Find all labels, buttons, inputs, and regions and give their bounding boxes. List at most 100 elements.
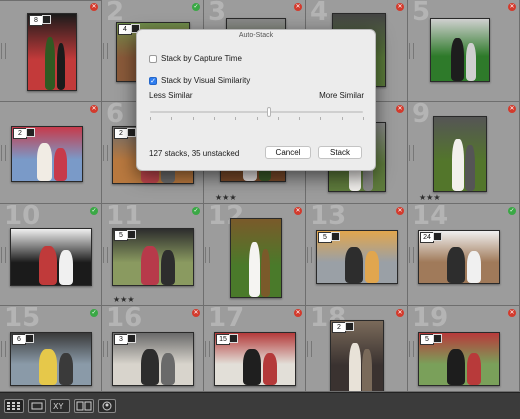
cell-index-number: 4 [310,0,329,27]
survey-view-icon[interactable] [74,399,94,413]
accepted-flag-icon[interactable]: ✓ [192,207,200,215]
rejected-flag-icon[interactable]: ✕ [294,309,302,317]
rejected-flag-icon[interactable]: ✕ [396,3,404,11]
stack-bracket-icon [1,145,6,161]
grid-cell[interactable]: 17 15 ✕ [204,306,306,392]
stack-count-badge[interactable]: 6 [12,334,26,345]
accepted-flag-icon[interactable]: ✓ [508,207,516,215]
photo-thumbnail[interactable]: 6 [10,332,92,386]
grid-cell[interactable]: 18 2 ✕ [306,306,408,392]
rejected-flag-icon[interactable]: ✕ [508,105,516,113]
photo-thumbnail[interactable]: 5 [418,332,500,386]
star-rating[interactable]: ★★★ [113,295,135,304]
photo-thumbnail[interactable] [430,18,490,82]
grid-cell[interactable]: 20✕ [0,0,102,1]
stack-bracket-icon [307,247,312,263]
rejected-flag-icon[interactable]: ✕ [294,3,302,11]
photo-thumbnail[interactable]: 8 [27,13,77,91]
stack-count-badge[interactable]: 5 [114,230,128,241]
stack-count-badge[interactable]: 5 [420,334,434,345]
capture-time-checkbox[interactable] [149,55,157,63]
photo-thumbnail[interactable] [433,116,487,192]
rejected-flag-icon[interactable]: ✕ [192,309,200,317]
photo-thumbnail[interactable]: 5 [112,228,194,286]
stack-bracket-icon [103,145,108,161]
stack-bracket-icon [103,247,108,263]
visual-similarity-label[interactable]: Stack by Visual Similarity [161,76,250,85]
stack-count-badge[interactable]: 15 [216,334,230,345]
stack-count-badge[interactable]: 3 [114,334,128,345]
stack-icon [26,128,35,137]
grid-cell[interactable]: 2 ✕ [0,102,102,204]
stack-bracket-icon [1,0,6,1]
photo-thumbnail[interactable]: 15 [214,332,296,386]
stack-icon [433,232,442,241]
people-view-icon[interactable] [98,399,116,413]
stack-button[interactable]: Stack [318,146,362,159]
photo-thumbnail[interactable]: 5 [316,230,398,284]
similarity-slider-knob[interactable] [267,107,272,117]
cancel-button[interactable]: Cancel [265,146,311,159]
slider-tick [256,117,258,120]
grid-cell[interactable]: 13 5 ✕ [306,204,408,306]
photo-thumbnail[interactable] [10,228,92,286]
rejected-flag-icon[interactable]: ✕ [294,207,302,215]
star-rating[interactable]: ★★★ [419,193,441,202]
stack-count-badge[interactable]: 8 [29,15,43,26]
grid-cell[interactable]: 16 3 ✕ [102,306,204,392]
rejected-flag-icon[interactable]: ✕ [508,309,516,317]
capture-time-label[interactable]: Stack by Capture Time [161,54,242,63]
grid-view-icon[interactable] [4,399,24,413]
grid-cell[interactable]: 9 ✕ ★★★ [408,102,520,204]
grid-cell[interactable]: 14 24 ✓ [408,204,520,306]
accepted-flag-icon[interactable]: ✓ [90,309,98,317]
grid-cell[interactable]: 5 ✕ [408,0,520,102]
rejected-flag-icon[interactable]: ✕ [508,3,516,11]
photo-thumbnail[interactable]: 3 [112,332,194,386]
slider-tick [320,117,322,120]
stack-bracket-icon [103,43,108,59]
loupe-view-icon[interactable] [28,399,46,413]
rejected-flag-icon[interactable]: ✕ [90,3,98,11]
grid-cell[interactable]: 12 ✕ [204,204,306,306]
rejected-flag-icon[interactable]: ✕ [90,105,98,113]
rejected-flag-icon[interactable]: ✕ [396,207,404,215]
slider-tick [213,117,215,120]
similarity-slider-track[interactable] [150,111,363,113]
cell-index-number: 14 [412,204,449,231]
star-rating[interactable]: ★★★ [215,193,237,202]
slider-tick [150,117,151,120]
slider-tick [363,117,364,120]
stack-count-badge[interactable]: 2 [13,128,27,139]
compare-view-icon[interactable]: XY [50,399,70,413]
stack-count-badge[interactable]: 4 [118,24,132,35]
visual-similarity-checkbox[interactable]: ✓ [149,77,157,85]
slider-tick [277,117,279,120]
slider-tick [235,117,237,120]
less-similar-label: Less Similar [149,91,193,100]
accepted-flag-icon[interactable]: ✓ [90,207,98,215]
grid-cell[interactable]: 15 6 ✓ [0,306,102,392]
grid-cell[interactable]: 8✕ [0,0,102,102]
photo-thumbnail[interactable]: 2 [11,126,83,182]
rejected-flag-icon[interactable]: ✕ [396,309,404,317]
stack-icon [331,232,340,241]
rejected-flag-icon[interactable]: ✕ [396,105,404,113]
stack-bracket-icon [205,247,210,263]
photo-thumbnail[interactable]: 24 [418,230,500,284]
photo-thumbnail[interactable] [230,218,282,298]
stack-bracket-icon [1,247,6,263]
stack-count-badge[interactable]: 24 [420,232,434,243]
accepted-flag-icon[interactable]: ✓ [192,3,200,11]
stack-bracket-icon [409,145,414,161]
stack-count-badge[interactable]: 2 [114,128,128,139]
stack-count-badge[interactable]: 2 [332,322,346,333]
stack-count-badge[interactable]: 5 [318,232,332,243]
photo-thumbnail[interactable]: 2 [330,320,384,391]
grid-cell[interactable]: 11 5 ✓ ★★★ [102,204,204,306]
grid-cell[interactable]: 19 5 ✕ [408,306,520,392]
cell-index-number: 11 [106,204,143,231]
stack-bracket-icon [103,341,108,357]
cell-index-number: 19 [412,306,449,333]
grid-cell[interactable]: 10 ✓ [0,204,102,306]
